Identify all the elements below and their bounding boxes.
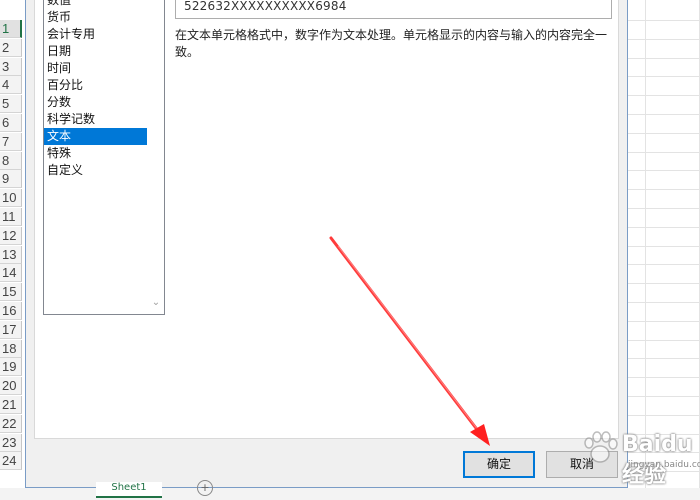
watermark-url: jingyan.baidu.com [628,460,700,470]
paw-logo-icon [584,431,618,463]
arrow-highlight [337,245,479,431]
arrow-head [470,424,490,446]
annotation-arrow [329,236,490,446]
